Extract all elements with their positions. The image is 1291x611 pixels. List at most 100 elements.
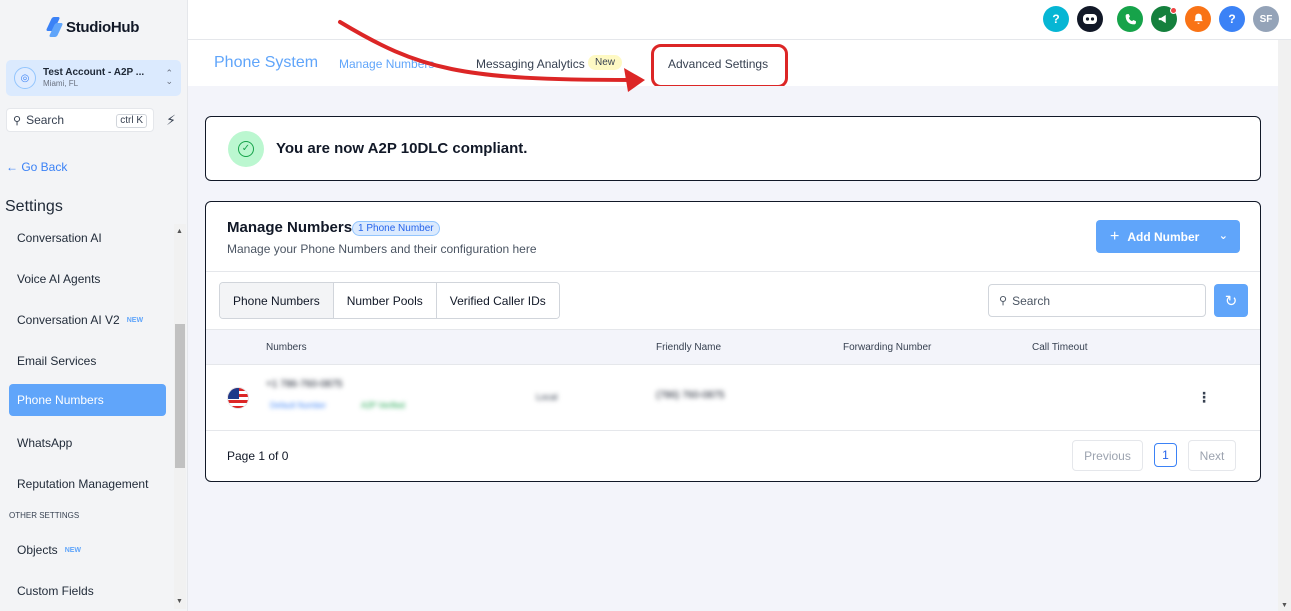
sidebar-item-label: WhatsApp [17,436,73,450]
scroll-thumb[interactable] [175,324,185,468]
help-icon[interactable]: ? [1043,6,1069,32]
sidebar-item-label: Conversation AI [17,231,102,245]
scroll-down-icon[interactable]: ▼ [1281,602,1288,609]
sidebar-search-placeholder: Search [26,113,65,127]
assistant-icon[interactable] [1077,6,1103,32]
sidebar-item-label: Reputation Management [17,477,149,491]
sidebar-item-label: Custom Fields [17,584,94,598]
quick-actions-icon[interactable]: ⚡ [160,108,182,132]
scroll-up-icon[interactable]: ▲ [176,228,183,235]
sidebar-item-reputation-management[interactable]: Reputation Management [9,468,166,500]
sidebar-item-label: Email Services [17,354,97,368]
sidebar-item-objects[interactable]: Objects NEW [9,534,166,566]
sidebar-item-phone-numbers[interactable]: Phone Numbers [9,384,166,416]
main-content: ✓ You are now A2P 10DLC compliant. Manag… [188,86,1278,611]
account-switcher[interactable]: ◎ Test Account - A2P ... Miami, FL ⌃ ⌄ [6,60,181,96]
tab-number-pools[interactable]: Number Pools [333,283,437,318]
settings-heading: Settings [5,198,63,215]
numbers-search-input[interactable]: ⚲ Search [988,284,1206,317]
phone-number: +1 786-760-0875 [266,379,343,390]
more-options-icon[interactable]: ⋮ [1197,389,1211,406]
column-call-timeout: Call Timeout [1032,342,1088,353]
scroll-down-icon[interactable]: ▼ [176,598,183,605]
highlight-box [651,44,788,88]
column-numbers: Numbers [266,342,307,353]
divider [206,271,1260,272]
new-badge: NEW [64,546,82,554]
manage-numbers-card: Manage Numbers 1 Phone Number Manage you… [205,201,1261,482]
sidebar-item-whatsapp[interactable]: WhatsApp [9,427,166,459]
count-badge: 1 Phone Number [352,221,440,236]
user-avatar[interactable]: SF [1253,6,1279,32]
card-title: Manage Numbers [227,219,353,236]
tab-verified-caller-ids[interactable]: Verified Caller IDs [436,283,559,318]
brand-logo[interactable]: StudioHub [46,17,139,37]
sidebar-nav: Conversation AI Voice AI Agents Conversa… [0,220,186,611]
a2p-status-badge: A2P Verified [361,401,405,410]
table-header: Numbers Friendly Name Forwarding Number … [206,329,1260,365]
location-icon: ◎ [14,67,36,89]
card-subtitle: Manage your Phone Numbers and their conf… [227,242,537,256]
previous-button[interactable]: Previous [1072,440,1143,471]
sidebar-item-label: Objects [17,543,58,557]
tab-manage-numbers[interactable]: Manage Numbers [339,57,434,71]
top-bar: ? ? SF [188,0,1291,40]
app-root: StudioHub ◎ Test Account - A2P ... Miami… [0,0,1291,611]
help-icon[interactable]: ? [1219,6,1245,32]
plus-icon: + [1110,227,1120,245]
number-type-tabs: Phone Numbers Number Pools Verified Call… [219,282,560,319]
add-number-button[interactable]: + Add Number ⌄ [1096,220,1240,253]
column-friendly-name: Friendly Name [656,342,722,353]
go-back-link[interactable]: ← Go Back [6,160,67,174]
sidebar-search[interactable]: ⚲ Search ctrl K [6,108,154,132]
tab-phone-numbers[interactable]: Phone Numbers [220,283,334,318]
sidebar-item-conversation-ai[interactable]: Conversation AI [9,222,166,254]
number-kind: Local [536,392,558,402]
sidebar-item-label: Phone Numbers [17,393,104,407]
sidebar-item-label: Conversation AI V2 [17,313,120,327]
default-number-badge: Default Number [270,401,327,410]
next-button[interactable]: Next [1188,440,1236,471]
sidebar-item-custom-fields[interactable]: Custom Fields [9,575,166,607]
compliance-message: You are now A2P 10DLC compliant. [276,140,528,157]
add-number-label: Add Number [1127,229,1200,244]
phone-icon[interactable] [1117,6,1143,32]
search-icon: ⚲ [13,114,22,127]
new-badge: NEW [126,316,144,324]
shortcut-badge: ctrl K [116,114,147,128]
check-circle-icon: ✓ [228,130,264,167]
chevron-down-icon[interactable]: ⌄ [1219,229,1228,242]
megaphone-icon[interactable] [1151,6,1177,32]
friendly-name: (786) 760-0875 [656,390,725,401]
account-name: Test Account - A2P ... [43,67,145,78]
chevron-updown-icon: ⌃ ⌄ [165,68,173,86]
main-scrollbar[interactable]: ▼ [1278,40,1291,611]
refresh-icon: ↻ [1224,292,1238,310]
compliance-banner: ✓ You are now A2P 10DLC compliant. [205,116,1261,181]
tab-messaging-analytics[interactable]: Messaging Analytics [476,57,585,71]
refresh-button[interactable]: ↻ [1214,284,1248,317]
search-icon: ⚲ [999,295,1008,307]
search-placeholder: Search [1012,293,1051,308]
page-title: Phone System [214,54,319,71]
top-bar-icons: ? ? SF [1043,6,1279,32]
phone-system-tabs: Phone System Manage Numbers Messaging An… [188,40,1278,88]
us-flag-icon [227,387,249,409]
sidebar: StudioHub ◎ Test Account - A2P ... Miami… [0,0,188,611]
notification-dot [1170,7,1177,14]
sidebar-item-conversation-ai-v2[interactable]: Conversation AI V2 NEW [9,304,166,336]
other-settings-heading: OTHER SETTINGS [9,511,80,520]
sidebar-item-voice-ai-agents[interactable]: Voice AI Agents [9,263,166,295]
account-location: Miami, FL [43,79,79,88]
sidebar-item-email-services[interactable]: Email Services [9,345,166,377]
brand-name: StudioHub [66,18,140,36]
new-badge: New [588,55,623,70]
column-forwarding-number: Forwarding Number [843,342,932,353]
sidebar-scrollbar[interactable]: ▲ ▼ [174,224,186,609]
table-row[interactable]: +1 786-760-0875 Default Number A2P Verif… [206,365,1260,431]
bell-icon[interactable] [1185,6,1211,32]
sidebar-item-label: Voice AI Agents [17,272,101,286]
logo-icon [46,17,62,37]
page-indicator: Page 1 of 0 [227,449,289,463]
page-1-button[interactable]: 1 [1154,443,1177,467]
